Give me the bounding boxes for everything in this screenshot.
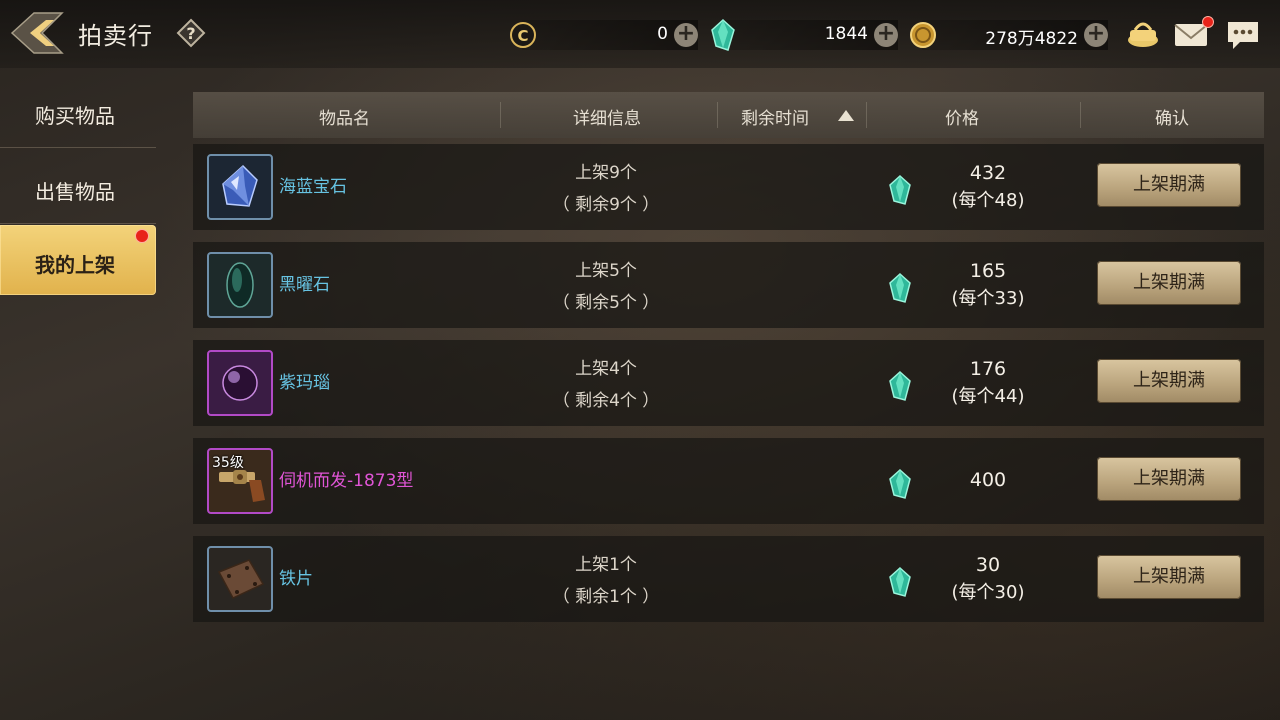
- top-bar: 拍卖行 ? C 0 + 1844 + 278万4822 +: [0, 0, 1280, 68]
- mail-button[interactable]: [1172, 16, 1214, 52]
- remaining-count: （ 剩余1个 ）: [552, 587, 660, 607]
- table-header: 物品名 详细信息 剩余时间 价格 确认: [193, 92, 1264, 138]
- sidebar-item-label: 出售物品: [35, 180, 115, 204]
- sidebar-item-sell[interactable]: 出售物品: [0, 152, 156, 222]
- sidebar-item-label: 我的上架: [35, 253, 115, 277]
- remaining-count: （ 剩余5个 ）: [552, 293, 660, 313]
- unit-price: (每个33): [951, 288, 1025, 309]
- sidebar-item-label: 购买物品: [35, 104, 115, 128]
- item-name: 铁片: [279, 569, 313, 589]
- item-slot[interactable]: [207, 154, 273, 220]
- listing-expired-button[interactable]: 上架期满: [1097, 163, 1241, 207]
- item-name: 黑曜石: [279, 275, 330, 295]
- item-name: 伺机而发-1873型: [279, 471, 414, 491]
- item-slot[interactable]: [207, 546, 273, 612]
- obsidian-icon: [226, 262, 254, 308]
- listing-expired-button[interactable]: 上架期满: [1097, 261, 1241, 305]
- green-gem-icon: [711, 18, 735, 51]
- column-header-price: 价格: [945, 109, 979, 129]
- listing-expired-button[interactable]: 上架期满: [1097, 555, 1241, 599]
- green-gem-icon: [889, 174, 911, 205]
- svg-text:?: ?: [186, 24, 195, 43]
- coupon-icon: C: [510, 22, 536, 48]
- table-row: 紫玛瑙 上架4个 （ 剩余4个 ） 176 (每个44) 上架期满: [193, 340, 1264, 426]
- column-header-name: 物品名: [319, 109, 370, 129]
- green-gem-icon: [889, 468, 911, 499]
- total-price: 165: [969, 260, 1007, 282]
- listing-count: 上架5个: [575, 261, 637, 281]
- column-divider: [1080, 102, 1081, 128]
- listing-expired-button[interactable]: 上架期满: [1097, 457, 1241, 501]
- column-divider: [866, 102, 867, 128]
- help-icon: ?: [176, 18, 206, 48]
- chat-icon: [1228, 22, 1258, 49]
- listing-count: 上架1个: [575, 555, 637, 575]
- listings-notification-dot: [135, 229, 149, 243]
- add-coupon-button[interactable]: +: [674, 23, 698, 47]
- total-price: 432: [969, 162, 1007, 184]
- gold-coin-icon: [910, 22, 936, 48]
- sidebar-item-buy[interactable]: 购买物品: [0, 76, 156, 146]
- add-gold-button[interactable]: +: [1084, 23, 1108, 47]
- gold-value: 278万4822: [985, 29, 1078, 49]
- table-row: 35级 伺机而发-1873型 400 上架期满: [193, 438, 1264, 524]
- purple-agate-icon: [222, 365, 258, 401]
- column-divider: [717, 102, 718, 128]
- column-divider: [500, 102, 501, 128]
- column-header-remaining-time[interactable]: 剩余时间: [741, 104, 809, 129]
- table-row: 海蓝宝石 上架9个 （ 剩余9个 ） 432 (每个48) 上架期满: [193, 144, 1264, 230]
- add-gem-button[interactable]: +: [874, 23, 898, 47]
- green-gem-icon: [889, 272, 911, 303]
- item-slot[interactable]: 35级: [207, 448, 273, 514]
- sidebar-item-my-listings[interactable]: 我的上架: [0, 225, 156, 295]
- gem-value: 1844: [824, 24, 868, 44]
- remaining-count: （ 剩余9个 ）: [552, 195, 660, 215]
- green-gem-icon: [889, 566, 911, 597]
- coupon-value: 0: [657, 24, 668, 44]
- sidebar-divider: [0, 223, 156, 224]
- item-slot[interactable]: [207, 350, 273, 416]
- item-slot[interactable]: [207, 252, 273, 318]
- cart-icon: [1128, 22, 1158, 47]
- listing-count: 上架9个: [575, 163, 637, 183]
- mail-notification-dot: [1202, 16, 1214, 28]
- total-price: 30: [975, 554, 1001, 576]
- item-name: 海蓝宝石: [279, 177, 347, 197]
- chat-button[interactable]: [1224, 16, 1262, 52]
- sort-ascending-icon[interactable]: [838, 110, 854, 121]
- remaining-count: （ 剩余4个 ）: [552, 391, 660, 411]
- listing-expired-button[interactable]: 上架期满: [1097, 359, 1241, 403]
- back-arrow-icon: [10, 12, 64, 54]
- sidebar: 购买物品 出售物品 我的上架: [0, 68, 156, 720]
- green-gem-icon: [889, 370, 911, 401]
- table-row: 黑曜石 上架5个 （ 剩余5个 ） 165 (每个33) 上架期满: [193, 242, 1264, 328]
- page-title: 拍卖行: [78, 22, 153, 50]
- table-row: 铁片 上架1个 （ 剩余1个 ） 30 (每个30) 上架期满: [193, 536, 1264, 622]
- unit-price: (每个30): [951, 582, 1025, 603]
- unit-price: (每个44): [951, 386, 1025, 407]
- unit-price: (每个48): [951, 190, 1025, 211]
- help-button[interactable]: ?: [176, 18, 206, 48]
- item-name: 紫玛瑙: [279, 373, 330, 393]
- listing-count: 上架4个: [575, 359, 637, 379]
- iron-plate-icon: [217, 559, 265, 599]
- sidebar-divider: [0, 147, 156, 148]
- total-price: 400: [969, 469, 1007, 491]
- currency-gem: 1844 +: [711, 18, 898, 51]
- column-header-detail: 详细信息: [573, 109, 641, 129]
- back-button[interactable]: [8, 10, 68, 56]
- currency-gold: 278万4822 +: [910, 20, 1108, 50]
- currency-coupon: C 0 +: [510, 20, 698, 50]
- column-header-confirm: 确认: [1155, 109, 1189, 129]
- cart-button[interactable]: [1124, 16, 1162, 52]
- aquamarine-icon: [222, 164, 258, 207]
- svg-text:C: C: [517, 27, 528, 45]
- total-price: 176: [969, 358, 1007, 380]
- item-level-badge: 35级: [212, 455, 244, 471]
